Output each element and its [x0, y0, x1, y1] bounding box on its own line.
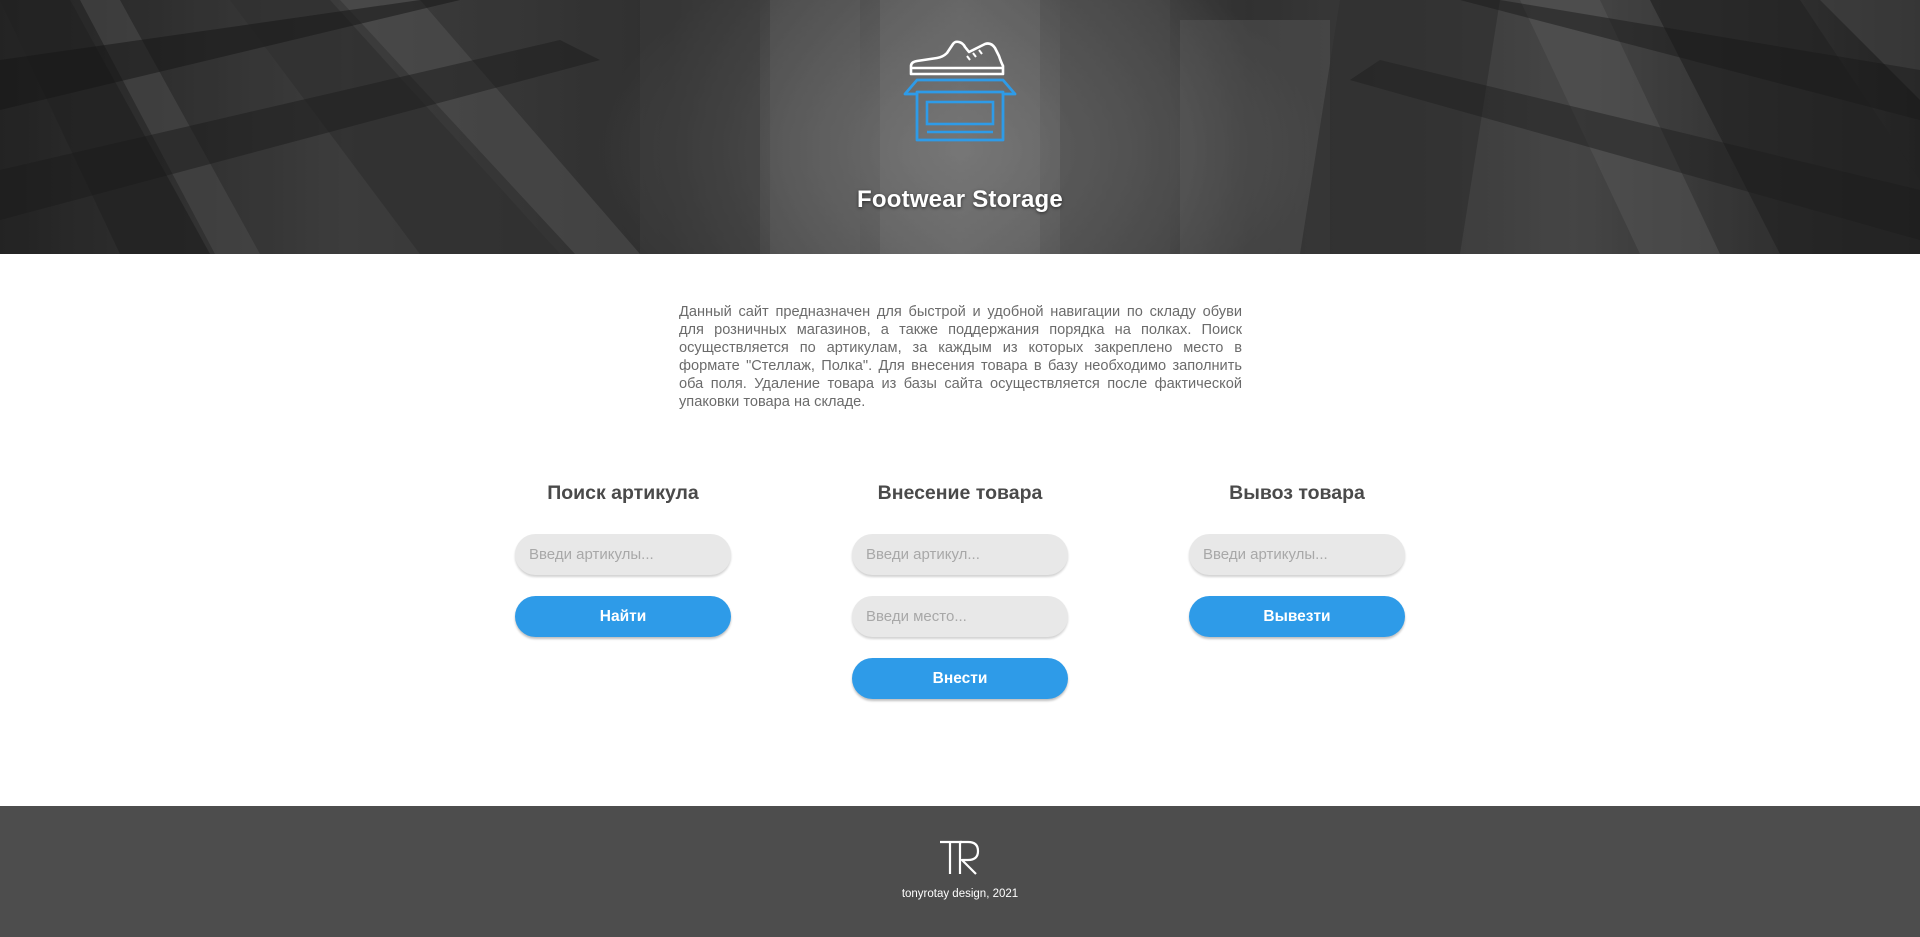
- footer: tonyrotay design, 2021: [0, 806, 1920, 937]
- tr-monogram-icon: [940, 840, 980, 875]
- remove-article-input[interactable]: [1189, 534, 1405, 575]
- shoe-box-icon: [903, 40, 1017, 142]
- remove-button[interactable]: Вывезти: [1189, 596, 1405, 637]
- remove-section: Вывоз товара Вывезти: [1189, 480, 1405, 658]
- find-button[interactable]: Найти: [515, 596, 731, 637]
- site-title: Footwear Storage: [857, 186, 1063, 213]
- hero-banner: Footwear Storage: [0, 0, 1920, 254]
- search-article-input[interactable]: [515, 534, 731, 575]
- search-heading: Поиск артикула: [547, 482, 699, 504]
- add-section: Внесение товара Внести: [852, 480, 1068, 720]
- copyright-text: tonyrotay design, 2021: [901, 888, 1019, 900]
- add-article-input[interactable]: [852, 534, 1068, 575]
- add-heading: Внесение товара: [877, 482, 1043, 504]
- remove-heading: Вывоз товара: [1229, 482, 1365, 504]
- site-description: Данный сайт предназначен для быстрой и у…: [679, 304, 1242, 410]
- add-place-input[interactable]: [852, 596, 1068, 637]
- add-button[interactable]: Внести: [852, 658, 1068, 699]
- search-section: Поиск артикула Найти: [515, 480, 731, 658]
